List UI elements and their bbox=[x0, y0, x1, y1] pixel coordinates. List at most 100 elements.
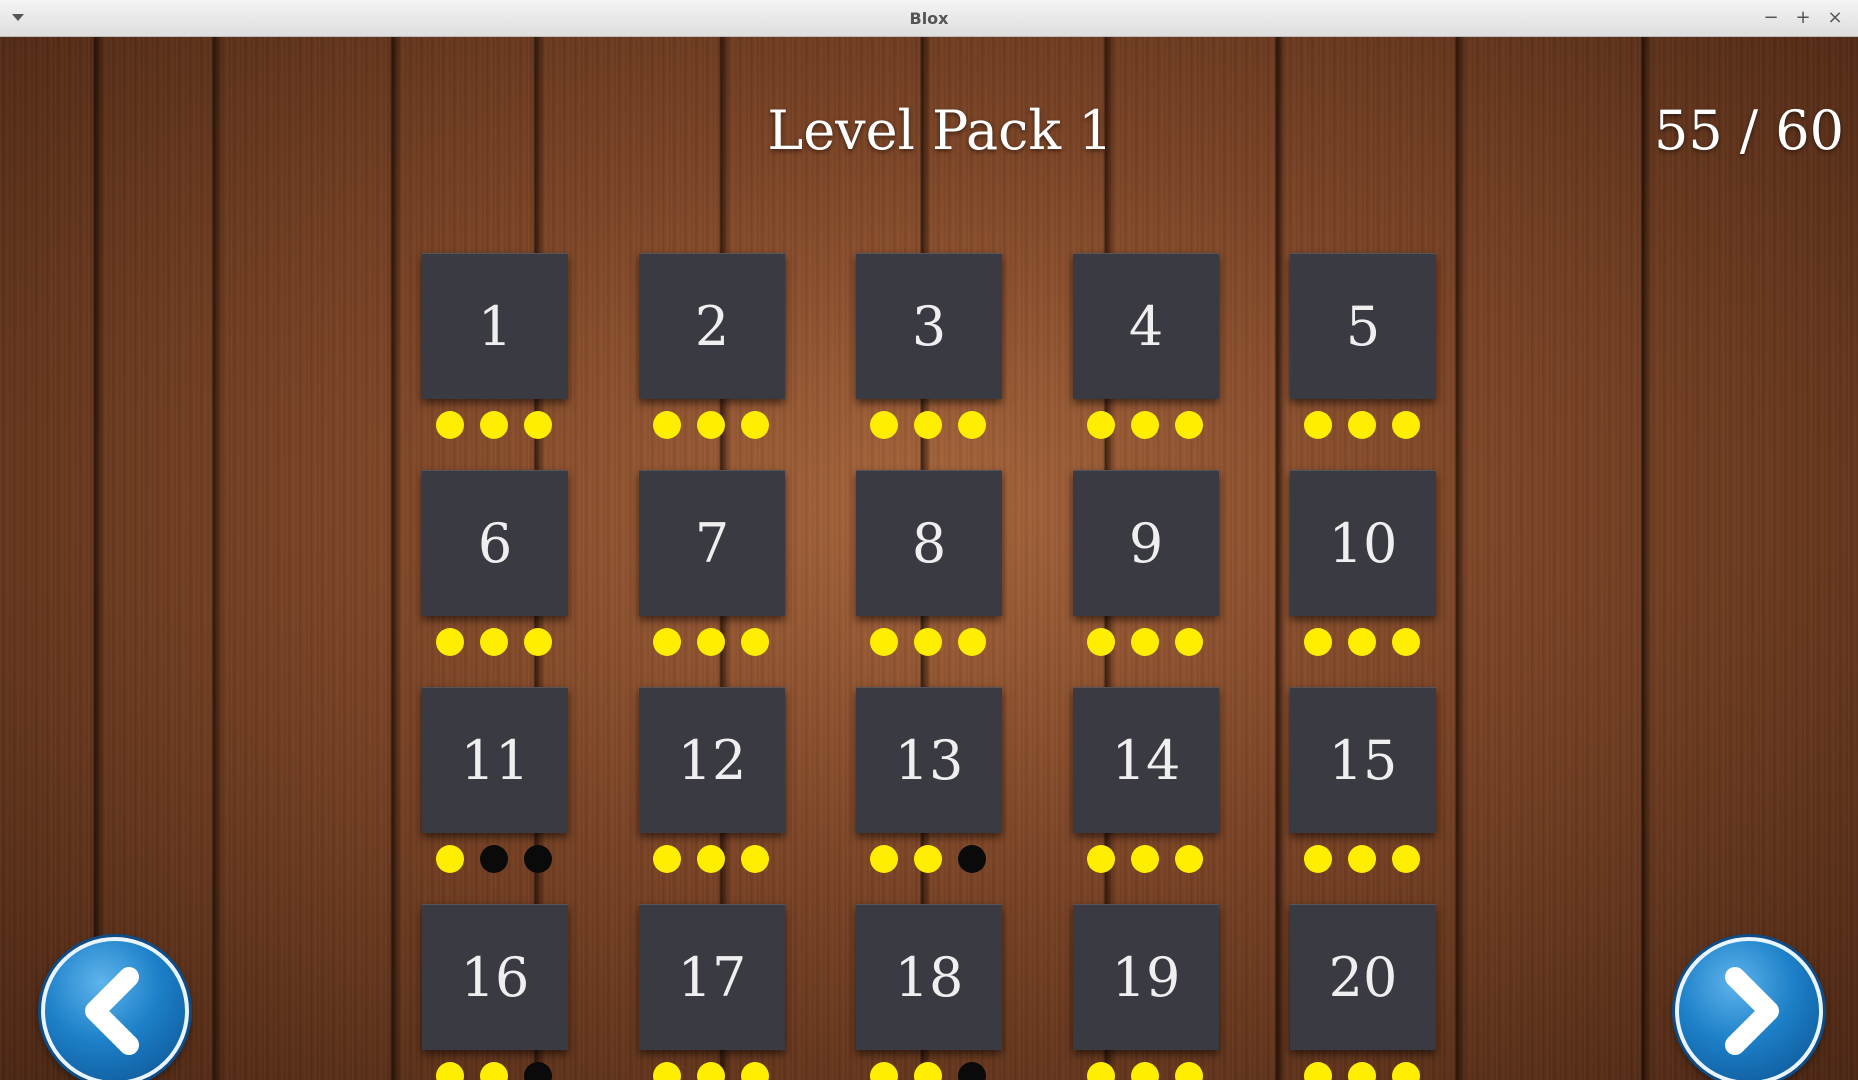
level-button[interactable]: 12 bbox=[639, 687, 785, 833]
star-earned-icon bbox=[870, 1062, 898, 1080]
star-earned-icon bbox=[1392, 1062, 1420, 1080]
star-earned-icon bbox=[1087, 411, 1115, 439]
level-button[interactable]: 3 bbox=[856, 253, 1002, 399]
star-earned-icon bbox=[436, 1062, 464, 1080]
level-button[interactable]: 8 bbox=[856, 470, 1002, 616]
star-missing-icon bbox=[524, 1062, 552, 1080]
level-stars bbox=[639, 1062, 785, 1080]
previous-pack-button[interactable] bbox=[41, 937, 189, 1080]
star-earned-icon bbox=[436, 411, 464, 439]
level-item: 20 bbox=[1290, 904, 1436, 1080]
level-item: 2 bbox=[639, 253, 785, 449]
level-item: 9 bbox=[1073, 470, 1219, 666]
star-earned-icon bbox=[1348, 411, 1376, 439]
star-earned-icon bbox=[741, 1062, 769, 1080]
star-earned-icon bbox=[1087, 628, 1115, 656]
star-earned-icon bbox=[436, 628, 464, 656]
level-button[interactable]: 11 bbox=[422, 687, 568, 833]
star-earned-icon bbox=[1131, 845, 1159, 873]
star-earned-icon bbox=[697, 628, 725, 656]
star-earned-icon bbox=[1348, 628, 1376, 656]
level-button[interactable]: 13 bbox=[856, 687, 1002, 833]
level-item: 12 bbox=[639, 687, 785, 883]
star-earned-icon bbox=[870, 411, 898, 439]
level-select-screen: Level Pack 1 55 / 60 1 2 3 4 5 6 7 8 9 10 11 12 13 14… bbox=[0, 37, 1858, 1080]
level-item: 14 bbox=[1073, 687, 1219, 883]
star-earned-icon bbox=[1175, 628, 1203, 656]
level-item: 8 bbox=[856, 470, 1002, 666]
level-stars bbox=[1073, 1062, 1219, 1080]
level-item: 4 bbox=[1073, 253, 1219, 449]
level-button[interactable]: 10 bbox=[1290, 470, 1436, 616]
star-earned-icon bbox=[1348, 1062, 1376, 1080]
star-earned-icon bbox=[870, 628, 898, 656]
star-earned-icon bbox=[1392, 628, 1420, 656]
star-earned-icon bbox=[1175, 1062, 1203, 1080]
level-stars bbox=[639, 628, 785, 658]
level-button[interactable]: 17 bbox=[639, 904, 785, 1050]
star-missing-icon bbox=[480, 845, 508, 873]
star-earned-icon bbox=[741, 628, 769, 656]
chevron-left-icon bbox=[85, 967, 139, 1055]
level-button[interactable]: 2 bbox=[639, 253, 785, 399]
level-button[interactable]: 6 bbox=[422, 470, 568, 616]
level-stars bbox=[1073, 628, 1219, 658]
star-earned-icon bbox=[1392, 845, 1420, 873]
level-button[interactable]: 1 bbox=[422, 253, 568, 399]
maximize-button[interactable]: + bbox=[1790, 4, 1816, 32]
level-item: 1 bbox=[422, 253, 568, 449]
star-earned-icon bbox=[436, 845, 464, 873]
level-stars bbox=[422, 628, 568, 658]
level-button[interactable]: 9 bbox=[1073, 470, 1219, 616]
level-button[interactable]: 4 bbox=[1073, 253, 1219, 399]
level-item: 19 bbox=[1073, 904, 1219, 1080]
star-earned-icon bbox=[1175, 411, 1203, 439]
level-button[interactable]: 7 bbox=[639, 470, 785, 616]
level-button[interactable]: 5 bbox=[1290, 253, 1436, 399]
window-title: Blox bbox=[909, 9, 949, 28]
star-earned-icon bbox=[1131, 628, 1159, 656]
level-item: 17 bbox=[639, 904, 785, 1080]
level-stars bbox=[639, 411, 785, 441]
level-item: 6 bbox=[422, 470, 568, 666]
level-stars bbox=[1073, 411, 1219, 441]
level-stars bbox=[856, 1062, 1002, 1080]
star-earned-icon bbox=[524, 628, 552, 656]
level-item: 15 bbox=[1290, 687, 1436, 883]
minimize-button[interactable]: − bbox=[1758, 4, 1784, 32]
star-earned-icon bbox=[741, 845, 769, 873]
star-earned-icon bbox=[480, 411, 508, 439]
star-earned-icon bbox=[914, 628, 942, 656]
level-pack-title: Level Pack 1 bbox=[767, 99, 1113, 162]
level-item: 3 bbox=[856, 253, 1002, 449]
level-button[interactable]: 18 bbox=[856, 904, 1002, 1050]
star-earned-icon bbox=[870, 845, 898, 873]
star-earned-icon bbox=[1392, 411, 1420, 439]
level-button[interactable]: 15 bbox=[1290, 687, 1436, 833]
star-earned-icon bbox=[1087, 1062, 1115, 1080]
level-stars bbox=[856, 845, 1002, 875]
next-pack-button[interactable] bbox=[1675, 937, 1823, 1080]
star-earned-icon bbox=[1304, 845, 1332, 873]
star-earned-icon bbox=[1348, 845, 1376, 873]
level-stars bbox=[856, 628, 1002, 658]
star-missing-icon bbox=[958, 845, 986, 873]
star-earned-icon bbox=[958, 628, 986, 656]
level-stars bbox=[1290, 411, 1436, 441]
level-stars bbox=[422, 845, 568, 875]
level-button[interactable]: 19 bbox=[1073, 904, 1219, 1050]
close-button[interactable]: × bbox=[1822, 4, 1848, 32]
level-item: 18 bbox=[856, 904, 1002, 1080]
level-stars bbox=[1290, 628, 1436, 658]
star-earned-icon bbox=[1087, 845, 1115, 873]
level-button[interactable]: 16 bbox=[422, 904, 568, 1050]
star-earned-icon bbox=[1131, 1062, 1159, 1080]
level-item: 13 bbox=[856, 687, 1002, 883]
star-earned-icon bbox=[741, 411, 769, 439]
level-stars bbox=[856, 411, 1002, 441]
star-earned-icon bbox=[1304, 1062, 1332, 1080]
star-earned-icon bbox=[653, 628, 681, 656]
level-button[interactable]: 20 bbox=[1290, 904, 1436, 1050]
level-button[interactable]: 14 bbox=[1073, 687, 1219, 833]
star-earned-icon bbox=[480, 1062, 508, 1080]
